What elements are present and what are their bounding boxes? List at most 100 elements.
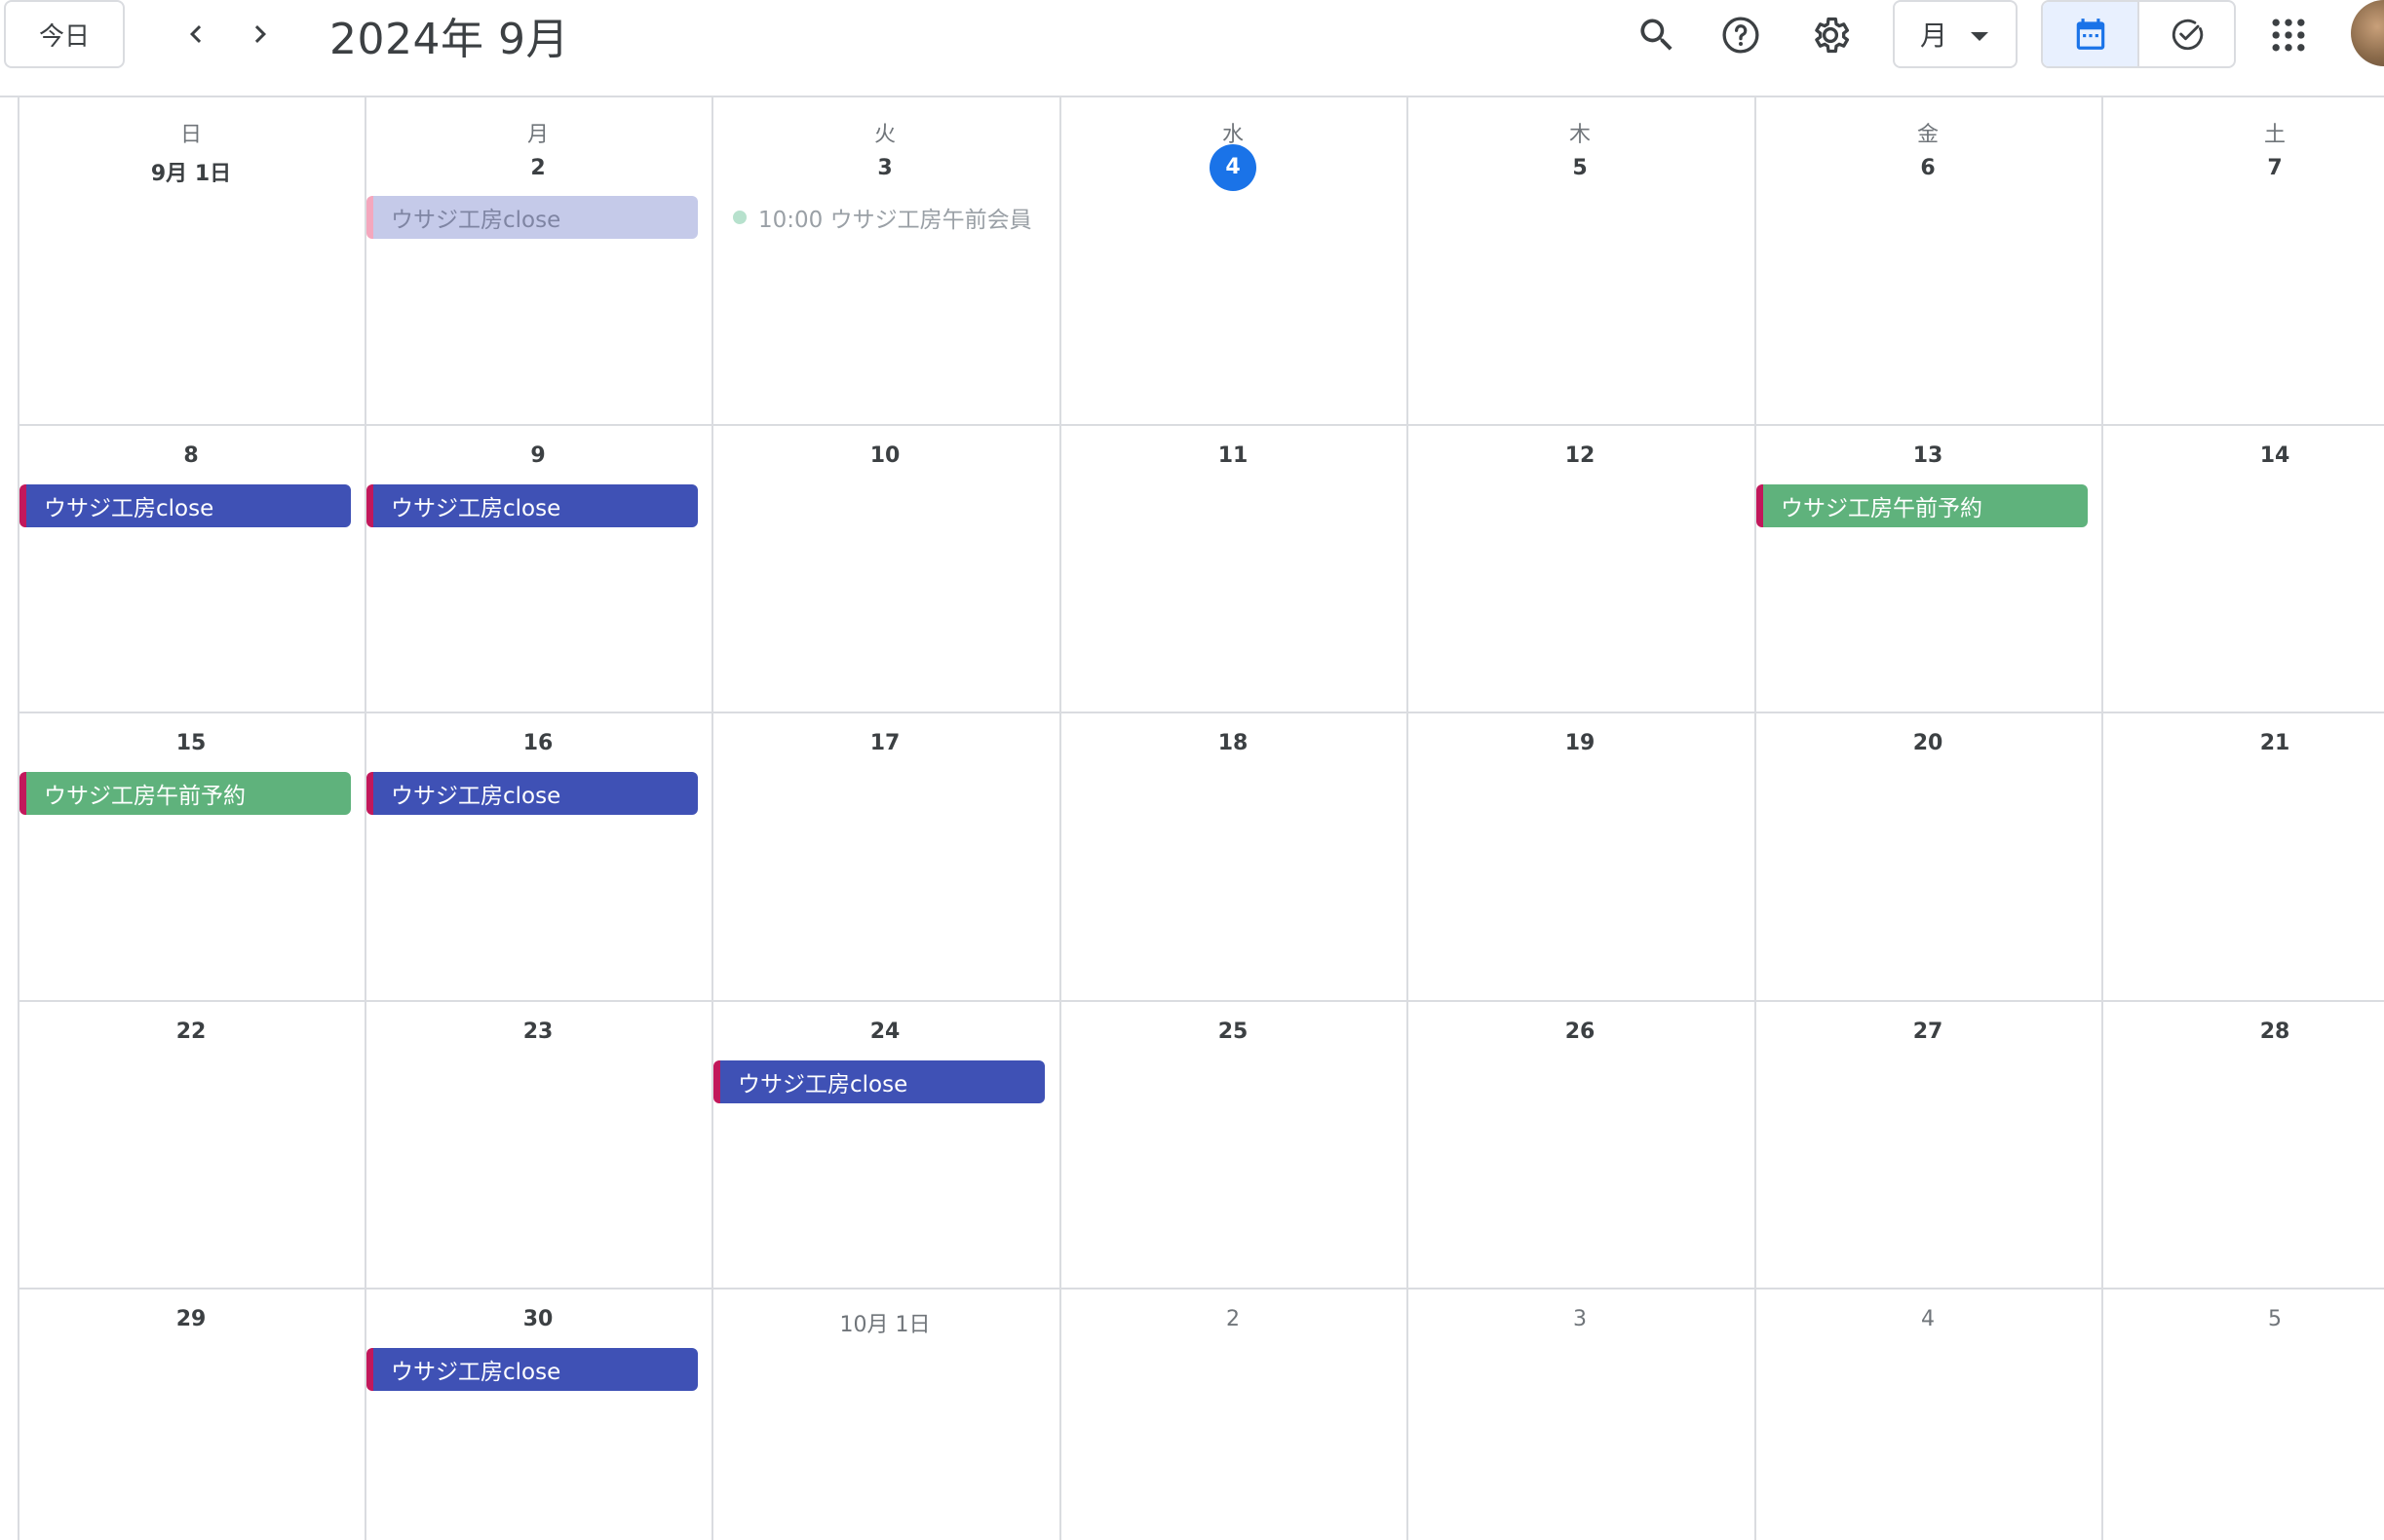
- day-number[interactable]: 29: [18, 1307, 365, 1331]
- day-number[interactable]: 23: [365, 1020, 711, 1044]
- weekday-label: 月: [526, 123, 549, 147]
- day-number[interactable]: 10月 1日: [711, 1307, 1058, 1338]
- today-button[interactable]: 今日: [4, 0, 125, 68]
- previous-month-button[interactable]: [172, 10, 220, 58]
- day-cell[interactable]: 月 2 ウサジ工房close: [365, 97, 711, 424]
- day-cell[interactable]: 10月 1日: [711, 1288, 1058, 1540]
- day-number[interactable]: 5: [2101, 1307, 2384, 1331]
- day-cell[interactable]: 20: [1754, 712, 2101, 1000]
- day-number[interactable]: 25: [1059, 1020, 1406, 1044]
- next-month-button[interactable]: [236, 10, 285, 58]
- event-chip[interactable]: ウサジ工房午前予約: [19, 772, 351, 815]
- tasks-view-button[interactable]: [2139, 2, 2234, 66]
- day-number[interactable]: 9月 1日: [18, 156, 365, 187]
- timed-event[interactable]: 10:00 ウサジ工房午前会員: [713, 196, 1055, 239]
- day-number[interactable]: 4: [1754, 1307, 2101, 1331]
- day-cell[interactable]: 23: [365, 1000, 711, 1288]
- day-cell[interactable]: 16 ウサジ工房close: [365, 712, 711, 1000]
- search-icon: [1640, 19, 1673, 51]
- day-number[interactable]: 10: [711, 443, 1058, 468]
- day-cell[interactable]: 19: [1406, 712, 1753, 1000]
- weekday-label: 日: [179, 123, 202, 147]
- event-chip[interactable]: ウサジ工房close: [19, 484, 351, 527]
- event-chip[interactable]: ウサジ工房close: [366, 196, 698, 239]
- day-cell[interactable]: 土 7: [2101, 97, 2384, 424]
- day-number-today[interactable]: 4: [1059, 144, 1406, 191]
- day-cell[interactable]: 火 3 10:00 ウサジ工房午前会員: [711, 97, 1058, 424]
- help-icon: [1722, 17, 1759, 54]
- day-cell[interactable]: 日 9月 1日: [18, 97, 365, 424]
- day-number[interactable]: 3: [1406, 1307, 1753, 1331]
- day-cell[interactable]: 金 6: [1754, 97, 2101, 424]
- day-cell[interactable]: 12: [1406, 424, 1753, 712]
- day-cell[interactable]: 9 ウサジ工房close: [365, 424, 711, 712]
- day-number[interactable]: 12: [1406, 443, 1753, 468]
- calendar-icon: [2076, 19, 2104, 50]
- day-number[interactable]: 14: [2101, 443, 2384, 468]
- day-cell[interactable]: 26: [1406, 1000, 1753, 1288]
- day-number[interactable]: 17: [711, 731, 1058, 755]
- day-cell[interactable]: 11: [1059, 424, 1406, 712]
- day-cell[interactable]: 28: [2101, 1000, 2384, 1288]
- search-button[interactable]: [1632, 10, 1682, 60]
- day-cell[interactable]: 29: [18, 1288, 365, 1540]
- settings-button[interactable]: [1805, 10, 1856, 60]
- day-number[interactable]: 5: [1406, 156, 1753, 180]
- day-cell[interactable]: 13 ウサジ工房午前予約: [1754, 424, 2101, 712]
- event-chip[interactable]: ウサジ工房close: [366, 1348, 698, 1391]
- day-cell[interactable]: 3: [1406, 1288, 1753, 1540]
- day-cell[interactable]: 5: [2101, 1288, 2384, 1540]
- day-cell[interactable]: 24 ウサジ工房close: [711, 1000, 1058, 1288]
- chevron-right-icon: [254, 25, 266, 43]
- event-chip[interactable]: ウサジ工房close: [366, 484, 698, 527]
- day-number[interactable]: 22: [18, 1020, 365, 1044]
- day-cell[interactable]: 4: [1754, 1288, 2101, 1540]
- day-number[interactable]: 2: [1059, 1307, 1406, 1331]
- day-number[interactable]: 28: [2101, 1020, 2384, 1044]
- tasks-check-icon: [2172, 19, 2203, 51]
- day-number[interactable]: 2: [365, 156, 711, 180]
- day-number[interactable]: 20: [1754, 731, 2101, 755]
- day-cell[interactable]: 27: [1754, 1000, 2101, 1288]
- day-number[interactable]: 13: [1754, 443, 2101, 468]
- day-number[interactable]: 3: [711, 156, 1058, 180]
- day-cell[interactable]: 8 ウサジ工房close: [18, 424, 365, 712]
- day-number[interactable]: 9: [365, 443, 711, 468]
- day-cell[interactable]: 2: [1059, 1288, 1406, 1540]
- calendar-view-button[interactable]: [2043, 2, 2139, 66]
- day-number[interactable]: 8: [18, 443, 365, 468]
- day-number[interactable]: 19: [1406, 731, 1753, 755]
- day-number[interactable]: 11: [1059, 443, 1406, 468]
- day-number[interactable]: 7: [2101, 156, 2384, 180]
- today-marker: 4: [1210, 144, 1256, 191]
- day-cell[interactable]: 17: [711, 712, 1058, 1000]
- day-cell[interactable]: 21: [2101, 712, 2384, 1000]
- page-title: 2024年 9月: [329, 15, 569, 64]
- view-select[interactable]: 月: [1893, 0, 2018, 68]
- day-number[interactable]: 15: [18, 731, 365, 755]
- view-toggle: [2041, 0, 2236, 68]
- day-number[interactable]: 30: [365, 1307, 711, 1331]
- event-chip[interactable]: ウサジ工房午前予約: [1756, 484, 2088, 527]
- day-number[interactable]: 26: [1406, 1020, 1753, 1044]
- day-number[interactable]: 6: [1754, 156, 2101, 180]
- day-number[interactable]: 24: [711, 1020, 1058, 1044]
- help-button[interactable]: [1715, 10, 1766, 60]
- day-cell[interactable]: 18: [1059, 712, 1406, 1000]
- event-chip[interactable]: ウサジ工房close: [713, 1060, 1045, 1103]
- day-cell[interactable]: 30 ウサジ工房close: [365, 1288, 711, 1540]
- event-chip[interactable]: ウサジ工房close: [366, 772, 698, 815]
- day-cell[interactable]: 25: [1059, 1000, 1406, 1288]
- day-cell[interactable]: 木 5: [1406, 97, 1753, 424]
- apps-button[interactable]: [2263, 10, 2314, 60]
- day-number[interactable]: 21: [2101, 731, 2384, 755]
- day-cell[interactable]: 14: [2101, 424, 2384, 712]
- day-cell[interactable]: 22: [18, 1000, 365, 1288]
- day-number[interactable]: 18: [1059, 731, 1406, 755]
- day-cell[interactable]: 水 4: [1059, 97, 1406, 424]
- day-cell[interactable]: 10: [711, 424, 1058, 712]
- day-number[interactable]: 27: [1754, 1020, 2101, 1044]
- avatar[interactable]: [2351, 0, 2384, 66]
- day-number[interactable]: 16: [365, 731, 711, 755]
- day-cell[interactable]: 15 ウサジ工房午前予約: [18, 712, 365, 1000]
